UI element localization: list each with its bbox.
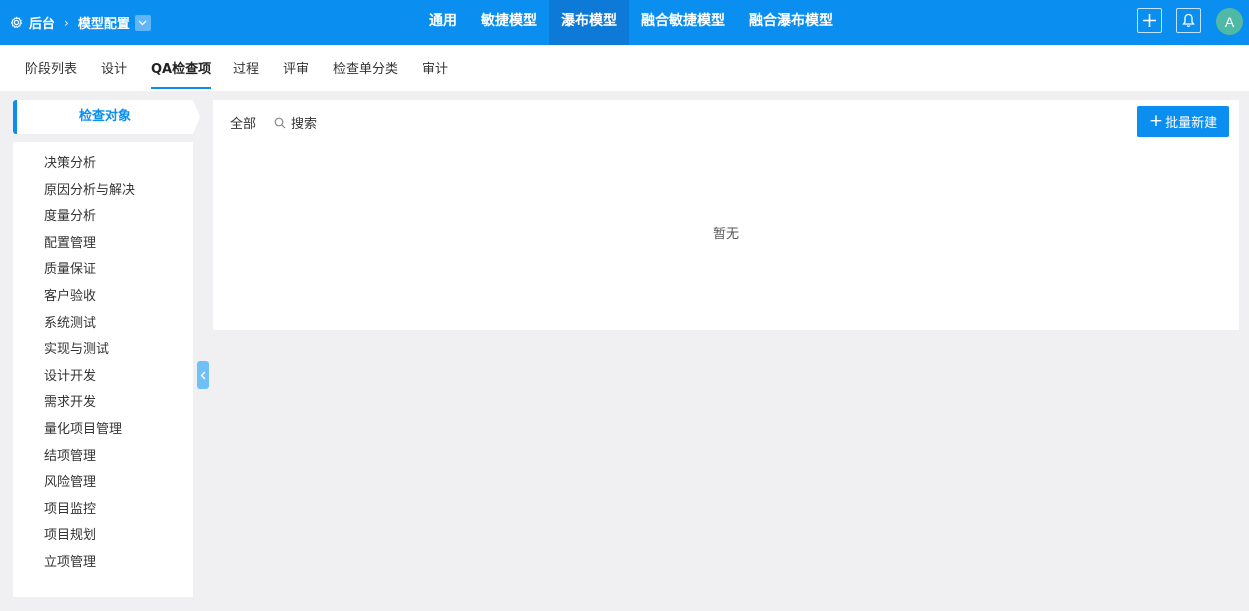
list-item[interactable]: 立项管理 bbox=[13, 550, 193, 577]
batch-new-button[interactable]: + 批量新建 bbox=[1137, 106, 1229, 137]
tab-checklist-category[interactable]: 检查单分类 bbox=[333, 45, 398, 91]
list-item[interactable]: 结项管理 bbox=[13, 444, 193, 471]
list-item[interactable]: 量化项目管理 bbox=[13, 417, 193, 444]
plus-icon bbox=[1143, 14, 1156, 27]
backend-link[interactable]: 后台 bbox=[29, 13, 55, 32]
nav-item-hybrid-waterfall-model[interactable]: 融合瀑布模型 bbox=[737, 0, 845, 45]
list-item[interactable]: 决策分析 bbox=[13, 151, 193, 178]
breadcrumb: 后台 › 模型配置 bbox=[10, 0, 151, 45]
bell-icon bbox=[1182, 13, 1195, 27]
sidebar-title: 检查对象 bbox=[78, 109, 131, 124]
chevron-right-icon: › bbox=[64, 15, 69, 30]
list-item[interactable]: 设计开发 bbox=[13, 364, 193, 391]
gear-icon[interactable] bbox=[10, 16, 23, 29]
search-icon bbox=[274, 117, 286, 129]
list-item[interactable]: 客户验收 bbox=[13, 284, 193, 311]
chevron-left-icon bbox=[200, 371, 206, 379]
list-item[interactable]: 需求开发 bbox=[13, 390, 193, 417]
top-bar: 后台 › 模型配置 通用 敏捷模型 瀑布模型 融合敏捷模型 融合瀑布模型 A bbox=[0, 0, 1249, 45]
search-input[interactable]: 搜索 bbox=[274, 113, 317, 132]
tab-process[interactable]: 过程 bbox=[233, 45, 259, 91]
nav-item-hybrid-agile-model[interactable]: 融合敏捷模型 bbox=[629, 0, 737, 45]
sub-tabs: 阶段列表 设计 QA检查项 过程 评审 检查单分类 审计 bbox=[0, 45, 1249, 91]
list-item[interactable]: 配置管理 bbox=[13, 231, 193, 258]
list-item[interactable]: 项目规划 bbox=[13, 523, 193, 550]
list-item[interactable]: 质量保证 bbox=[13, 257, 193, 284]
nav-item-waterfall-model[interactable]: 瀑布模型 bbox=[549, 0, 629, 45]
main-nav: 通用 敏捷模型 瀑布模型 融合敏捷模型 融合瀑布模型 bbox=[417, 0, 845, 45]
filter-all[interactable]: 全部 bbox=[230, 113, 256, 132]
add-button[interactable] bbox=[1137, 8, 1162, 33]
tab-audit[interactable]: 审计 bbox=[422, 45, 448, 91]
nav-item-agile-model[interactable]: 敏捷模型 bbox=[469, 0, 549, 45]
sidebar-list: 决策分析 原因分析与解决 度量分析 配置管理 质量保证 客户验收 系统测试 实现… bbox=[13, 142, 193, 597]
tab-design[interactable]: 设计 bbox=[101, 45, 127, 91]
tab-review[interactable]: 评审 bbox=[283, 45, 309, 91]
notifications-button[interactable] bbox=[1176, 8, 1201, 33]
list-item[interactable]: 原因分析与解决 bbox=[13, 178, 193, 205]
nav-item-general[interactable]: 通用 bbox=[417, 0, 469, 45]
search-label: 搜索 bbox=[291, 117, 318, 132]
list-item[interactable]: 风险管理 bbox=[13, 470, 193, 497]
sidebar-header: 检查对象 bbox=[13, 100, 200, 134]
tab-qa-check-items[interactable]: QA检查项 bbox=[151, 45, 212, 91]
plus-icon: + bbox=[1148, 111, 1164, 131]
empty-state: 暂无 bbox=[712, 227, 739, 242]
tab-stage-list[interactable]: 阶段列表 bbox=[25, 45, 77, 91]
collapse-sidebar-button[interactable] bbox=[197, 361, 209, 389]
list-item[interactable]: 度量分析 bbox=[13, 204, 193, 231]
avatar[interactable]: A bbox=[1216, 8, 1243, 35]
list-item[interactable]: 系统测试 bbox=[13, 311, 193, 338]
breadcrumb-current: 模型配置 bbox=[77, 17, 130, 32]
main-panel: 全部 搜索 + 批量新建 暂无 bbox=[213, 100, 1239, 330]
list-item[interactable]: 实现与测试 bbox=[13, 337, 193, 364]
list-item[interactable]: 项目监控 bbox=[13, 497, 193, 524]
batch-new-label: 批量新建 bbox=[1165, 116, 1218, 131]
chevron-down-icon[interactable] bbox=[134, 14, 151, 31]
